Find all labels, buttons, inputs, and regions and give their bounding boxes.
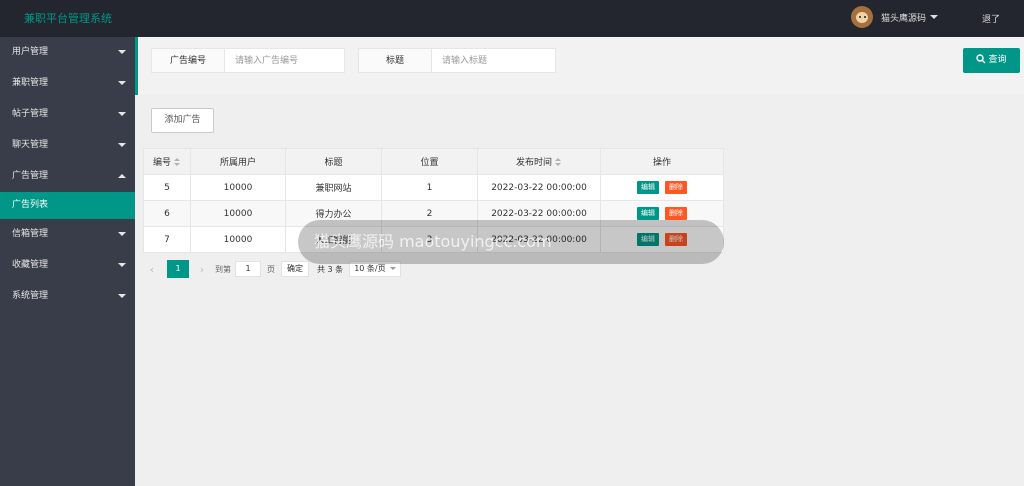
sidebar-item-favorites[interactable]: 收藏管理 [0,250,135,281]
add-ad-button[interactable]: 添加广告 [151,108,214,133]
delete-button[interactable]: 删除 [665,181,687,194]
sidebar: 用户管理 兼职管理 帖子管理 聊天管理 广告管理 广告列表 信箱管理 收藏管理 … [0,37,135,486]
sidebar-item-users[interactable]: 用户管理 [0,37,135,68]
goto-page-input[interactable]: 1 [235,261,261,277]
sidebar-item-label: 帖子管理 [12,109,49,119]
app-title: 兼职平台管理系统 [24,12,112,25]
col-title: 标题 [285,148,382,175]
edit-button[interactable]: 编辑 [637,207,659,220]
header-label: 发布时间 [515,158,552,168]
avatar [850,6,873,28]
page-size-value: 10 条/页 [354,264,386,273]
cell-user: 10000 [190,226,286,253]
username: 猫头鹰源码 [880,13,926,24]
title-label: 标题 [358,48,432,73]
sidebar-item-chat[interactable]: 聊天管理 [0,130,135,161]
ad-id-input[interactable]: 请输入广告编号 [225,48,345,73]
sort-icon[interactable] [174,158,181,167]
header-label: 编号 [152,158,171,168]
toast-message: 猫头鹰源码 maotouyingcc.com [298,220,724,264]
cell-user: 10000 [190,200,286,227]
table-row: 5 10000 兼职网站 1 2022-03-22 00:00:00 编辑 删除 [143,174,724,201]
cell-id: 6 [143,200,191,227]
sidebar-item-label: 信箱管理 [12,229,49,239]
user-menu[interactable]: 猫头鹰源码 [850,6,938,28]
col-id[interactable]: 编号 [143,148,191,175]
sidebar-subitem-ad-list[interactable]: 广告列表 [0,192,135,219]
next-page-icon[interactable]: › [195,263,209,276]
chevron-down-icon [118,143,126,147]
chevron-down-icon [389,267,396,270]
col-user: 所属用户 [190,148,286,175]
edit-button[interactable]: 编辑 [637,181,659,194]
cell-time: 2022-03-22 00:00:00 [477,174,601,201]
table-header-row: 编号 所属用户 标题 位置 发布时间 操作 [143,148,724,175]
delete-button[interactable]: 删除 [665,207,687,220]
ad-id-label: 广告编号 [151,48,225,73]
cell-id: 7 [143,226,191,253]
search-icon [976,54,986,64]
goto-prefix: 到第 [215,264,231,274]
cell-title: 兼职网站 [285,174,382,201]
chevron-up-icon [118,174,126,178]
chevron-down-icon [118,81,126,85]
query-button[interactable]: 查询 [963,48,1020,73]
sidebar-item-label: 聊天管理 [12,140,49,150]
top-header: 兼职平台管理系统 猫头鹰源码 退了 [0,0,1024,37]
chevron-down-icon [930,15,938,19]
cell-position: 1 [381,174,478,201]
page-current[interactable]: 1 [167,260,189,278]
chevron-down-icon [118,232,126,236]
search-bar: 广告编号 请输入广告编号 标题 请输入标题 查询 [135,37,1024,95]
cell-actions: 编辑 删除 [600,174,724,201]
logout-link[interactable]: 退了 [982,12,1000,25]
sidebar-item-label: 兼职管理 [12,78,49,88]
title-input[interactable]: 请输入标题 [432,48,556,73]
sidebar-item-mailbox[interactable]: 信箱管理 [0,219,135,250]
total-count: 共 3 条 [317,264,344,274]
cell-user: 10000 [190,174,286,201]
goto-confirm-button[interactable]: 确定 [281,261,309,277]
col-position: 位置 [381,148,478,175]
sidebar-item-label: 用户管理 [12,47,49,57]
chevron-down-icon [118,263,126,267]
chevron-down-icon [118,294,126,298]
chevron-down-icon [118,50,126,54]
page-suffix: 页 [267,264,275,274]
sidebar-item-label: 广告管理 [12,171,49,181]
sidebar-item-parttime[interactable]: 兼职管理 [0,68,135,99]
chevron-down-icon [118,112,126,116]
prev-page-icon[interactable]: ‹ [145,263,159,276]
cell-id: 5 [143,174,191,201]
sidebar-item-posts[interactable]: 帖子管理 [0,99,135,130]
sidebar-item-ads[interactable]: 广告管理 [0,161,135,192]
sidebar-item-label: 系统管理 [12,291,49,301]
col-actions: 操作 [600,148,724,175]
sidebar-item-label: 收藏管理 [12,260,49,270]
col-time[interactable]: 发布时间 [477,148,601,175]
sort-icon[interactable] [555,158,562,167]
sidebar-item-system[interactable]: 系统管理 [0,281,135,312]
query-label: 查询 [988,55,1007,65]
